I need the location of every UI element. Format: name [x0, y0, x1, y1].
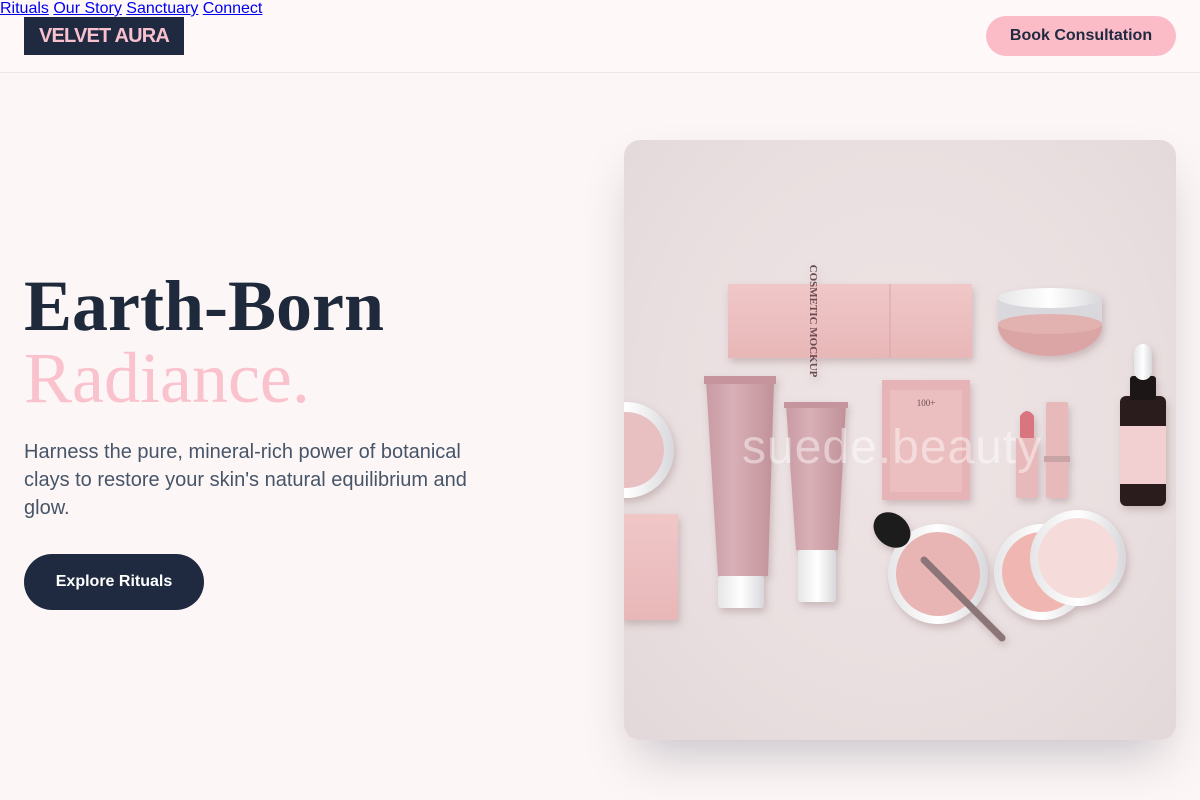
- hero-product-image: COSMETIC MOCKUP 100+ suede.beauty: [624, 140, 1176, 740]
- hero-headline-accent: Radiance.: [24, 338, 310, 418]
- box-top-label: COSMETIC MOCKUP: [807, 265, 819, 378]
- compact-with-brush: [873, 512, 1006, 642]
- book-consultation-button[interactable]: Book Consultation: [986, 16, 1176, 56]
- hero-headline: Earth-Born: [24, 266, 384, 346]
- cream-tube-large: [704, 376, 776, 608]
- nav-link-rituals[interactable]: Rituals: [0, 0, 49, 17]
- left-box: [624, 514, 678, 620]
- explore-rituals-button[interactable]: Explore Rituals: [24, 554, 204, 610]
- left-jar: [624, 402, 674, 498]
- brand-logo[interactable]: VELVET AURA: [24, 17, 184, 55]
- dropper-bottle: [1120, 344, 1166, 506]
- site-header: VELVET AURA Rituals Our Story Sanctuary …: [0, 0, 1200, 73]
- open-compact: [994, 510, 1126, 620]
- hero-description: Harness the pure, mineral-rich power of …: [24, 441, 467, 519]
- powder-jar: [998, 288, 1102, 356]
- nav-link-connect[interactable]: Connect: [203, 0, 263, 17]
- nav-link-our-story[interactable]: Our Story: [53, 0, 121, 17]
- product-box-top: COSMETIC MOCKUP: [728, 265, 972, 378]
- image-watermark: suede.beauty: [742, 421, 1043, 474]
- sachet-label: 100+: [917, 398, 936, 408]
- nav-link-sanctuary[interactable]: Sanctuary: [126, 0, 198, 17]
